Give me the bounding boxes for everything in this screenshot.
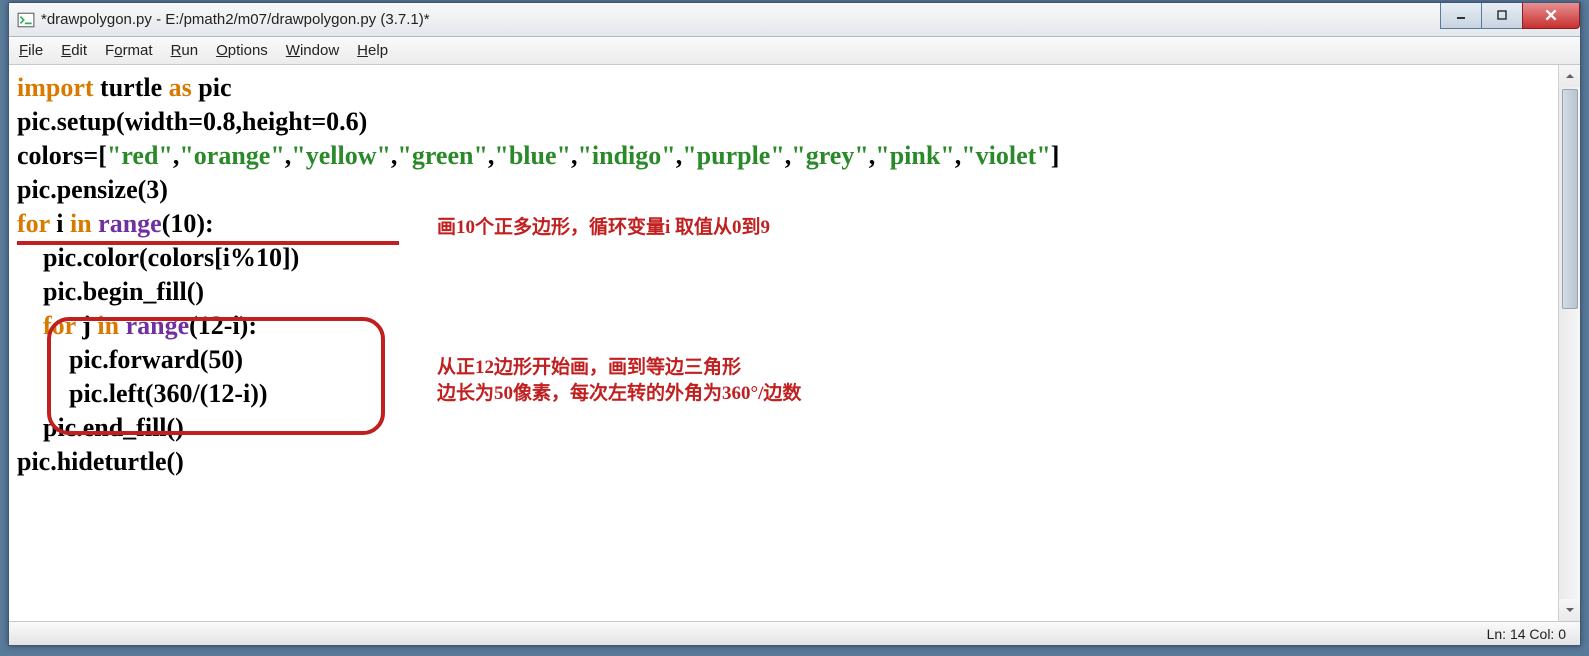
menu-file[interactable]: File (19, 42, 43, 59)
annotation-box (47, 317, 385, 435)
menu-format[interactable]: Format (105, 42, 153, 59)
close-button[interactable] (1522, 3, 1580, 29)
annotation-1: 画10个正多边形，循环变量i 取值从0到9 (437, 215, 770, 241)
kw-for: for (17, 209, 50, 238)
menu-edit[interactable]: Edit (61, 42, 87, 59)
status-bar: Ln: 14 Col: 0 (9, 621, 1580, 645)
menu-window[interactable]: Window (286, 42, 339, 59)
scroll-thumb[interactable] (1562, 89, 1578, 309)
scroll-up-arrow[interactable] (1559, 65, 1580, 87)
annotation-underline (17, 241, 399, 245)
editor-content: import turtle as pic pic.setup(width=0.8… (9, 65, 1580, 621)
kw-import: import (17, 73, 94, 102)
window-title: *drawpolygon.py - E:/pmath2/m07/drawpoly… (41, 11, 1441, 28)
title-bar[interactable]: *drawpolygon.py - E:/pmath2/m07/drawpoly… (9, 3, 1580, 37)
menu-bar: File Edit Format Run Options Window Help (9, 37, 1580, 65)
window-controls (1441, 3, 1580, 29)
minimize-button[interactable] (1440, 3, 1482, 29)
editor-window: *drawpolygon.py - E:/pmath2/m07/drawpoly… (8, 2, 1581, 646)
menu-options[interactable]: Options (216, 42, 268, 59)
vertical-scrollbar[interactable] (1558, 65, 1580, 621)
cursor-position: Ln: 14 Col: 0 (1487, 626, 1566, 642)
annotation-2: 从正12边形开始画，画到等边三角形边长为50像素，每次左转的外角为360°/边数 (437, 355, 801, 407)
app-icon (17, 11, 35, 29)
menu-run[interactable]: Run (171, 42, 199, 59)
maximize-button[interactable] (1481, 3, 1523, 29)
kw-as: as (169, 73, 192, 102)
scroll-down-arrow[interactable] (1559, 599, 1580, 621)
menu-help[interactable]: Help (357, 42, 388, 59)
